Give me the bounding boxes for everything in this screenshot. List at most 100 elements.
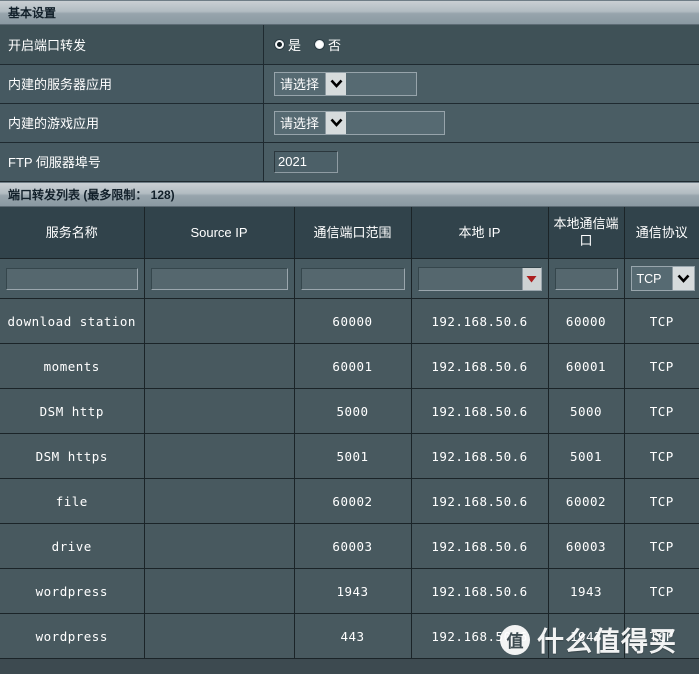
cell-port-range: 60000 (294, 298, 412, 344)
table-row[interactable]: drive 60003 192.168.50.6 60003 TCP (0, 523, 699, 569)
port-forwarding-page: 基本设置 开启端口转发 是 否 内建的服务器应用 请选择 内建的游戏应用 请选择… (0, 0, 699, 674)
radio-yes[interactable]: 是 (274, 35, 301, 54)
basic-settings-table: 开启端口转发 是 否 内建的服务器应用 请选择 内建的游戏应用 请选择 FTP … (0, 25, 699, 182)
cell-new-local-port (548, 258, 625, 299)
cell-source-ip (144, 298, 295, 344)
cell-port-range: 60001 (294, 343, 412, 389)
cell-source-ip (144, 433, 295, 479)
col-port-range: 通信端口范围 (294, 206, 412, 259)
port-forwarding-table: 服务名称 Source IP 通信端口范围 本地 IP 本地通信端口 通信协议 (0, 206, 699, 659)
cell-port-range: 443 (294, 613, 412, 659)
new-protocol-select[interactable]: TCP (630, 266, 695, 291)
table-row[interactable]: DSM https 5001 192.168.50.6 5001 TCP (0, 433, 699, 479)
row-builtin-server-app: 内建的服务器应用 请选择 (0, 64, 699, 104)
basic-settings-title: 基本设置 (8, 6, 57, 20)
row-builtin-game-app: 内建的游戏应用 请选择 (0, 103, 699, 143)
col-service-name: 服务名称 (0, 206, 145, 259)
new-port-range-input[interactable] (300, 267, 405, 290)
cell-local-ip: 192.168.50.6 (411, 478, 549, 524)
cell-local-ip: 192.168.50.6 (411, 568, 549, 614)
cell-protocol: TCP (624, 298, 699, 344)
cell-service-name: wordpress (0, 613, 145, 659)
label-enable-port-forwarding: 开启端口转发 (0, 25, 264, 65)
builtin-game-app-select[interactable]: 请选择 (274, 110, 445, 135)
ftp-port-input[interactable] (274, 150, 338, 173)
cell-service-name: moments (0, 343, 145, 389)
dropdown-triangle-icon[interactable] (521, 267, 541, 290)
cell-new-port-range (294, 258, 412, 299)
cell-service-name: drive (0, 523, 145, 569)
builtin-server-app-select[interactable]: 请选择 (274, 71, 417, 96)
cell-service-name: file (0, 478, 145, 524)
cell-service-name: DSM https (0, 433, 145, 479)
forwarding-list-title: 端口转发列表 (最多限制： 128) (8, 187, 175, 202)
cell-source-ip (144, 478, 295, 524)
cell-service-name: download station (0, 298, 145, 344)
cell-local-port: 5001 (548, 433, 625, 479)
cell-local-port: 60000 (548, 298, 625, 344)
cell-local-port: 60002 (548, 478, 625, 524)
cell-port-range: 60003 (294, 523, 412, 569)
forwarding-list-header: 端口转发列表 (最多限制： 128) (0, 181, 699, 207)
cell-protocol: TCP (624, 613, 699, 659)
cell-local-ip: 192.168.50.6 (411, 343, 549, 389)
radio-yes-dot-icon[interactable] (274, 38, 285, 50)
new-local-ip-input[interactable] (418, 267, 522, 290)
new-local-ip-combo[interactable] (417, 266, 542, 291)
cell-source-ip (144, 568, 295, 614)
chevron-down-icon[interactable] (671, 267, 694, 290)
table-row[interactable]: file 60002 192.168.50.6 60002 TCP (0, 478, 699, 524)
cell-port-range: 5000 (294, 388, 412, 434)
cell-protocol: TCP (624, 568, 699, 614)
cell-protocol: TCP (624, 343, 699, 389)
table-row[interactable]: moments 60001 192.168.50.6 60001 TCP (0, 343, 699, 389)
col-protocol: 通信协议 (624, 206, 699, 259)
col-source-ip: Source IP (144, 206, 295, 259)
table-row[interactable]: download station 60000 192.168.50.6 6000… (0, 298, 699, 344)
chevron-down-icon[interactable] (325, 72, 347, 95)
cell-protocol: TCP (624, 478, 699, 524)
value-builtin-server-app: 请选择 (263, 64, 699, 104)
new-service-name-input[interactable] (6, 267, 138, 290)
basic-settings-header: 基本设置 (0, 0, 699, 25)
col-local-port: 本地通信端口 (548, 206, 625, 259)
cell-source-ip (144, 343, 295, 389)
chevron-down-icon[interactable] (325, 111, 347, 134)
cell-port-range: 5001 (294, 433, 412, 479)
label-builtin-server-app: 内建的服务器应用 (0, 64, 264, 104)
cell-protocol: TCP (624, 388, 699, 434)
cell-local-port: 60003 (548, 523, 625, 569)
new-entry-row: TCP (0, 258, 699, 299)
new-source-ip-input[interactable] (150, 267, 288, 290)
cell-source-ip (144, 388, 295, 434)
row-ftp-port: FTP 伺服器埠号 (0, 142, 699, 182)
cell-source-ip (144, 523, 295, 569)
cell-new-protocol: TCP (624, 258, 699, 299)
cell-local-ip: 192.168.50.6 (411, 613, 549, 659)
cell-local-ip: 192.168.50.6 (411, 298, 549, 344)
table-row[interactable]: DSM http 5000 192.168.50.6 5000 TCP (0, 388, 699, 434)
cell-local-ip: 192.168.50.6 (411, 523, 549, 569)
cell-service-name: wordpress (0, 568, 145, 614)
cell-port-range: 60002 (294, 478, 412, 524)
radio-no[interactable]: 否 (314, 35, 341, 54)
cell-port-range: 1943 (294, 568, 412, 614)
value-enable-port-forwarding: 是 否 (263, 25, 699, 65)
radio-no-dot-icon[interactable] (314, 38, 326, 50)
table-row[interactable]: wordpress 1943 192.168.50.6 1943 TCP (0, 568, 699, 614)
cell-local-port: 60001 (548, 343, 625, 389)
builtin-server-app-select-value: 请选择 (280, 77, 320, 92)
radio-no-label: 否 (328, 37, 342, 53)
value-builtin-game-app: 请选择 (263, 103, 699, 143)
new-local-port-input[interactable] (554, 267, 618, 290)
cell-local-port: 1943 (548, 568, 625, 614)
table-row[interactable]: wordpress 443 192.168.50.6 1943 TCP (0, 613, 699, 659)
cell-protocol: TCP (624, 523, 699, 569)
label-ftp-port: FTP 伺服器埠号 (0, 142, 264, 182)
enable-port-forwarding-radio-group[interactable]: 是 否 (274, 35, 699, 54)
cell-local-ip: 192.168.50.6 (411, 388, 549, 434)
cell-source-ip (144, 613, 295, 659)
new-protocol-value: TCP (636, 271, 662, 286)
builtin-game-app-select-value: 请选择 (280, 116, 320, 131)
table-header-row: 服务名称 Source IP 通信端口范围 本地 IP 本地通信端口 通信协议 (0, 206, 699, 259)
